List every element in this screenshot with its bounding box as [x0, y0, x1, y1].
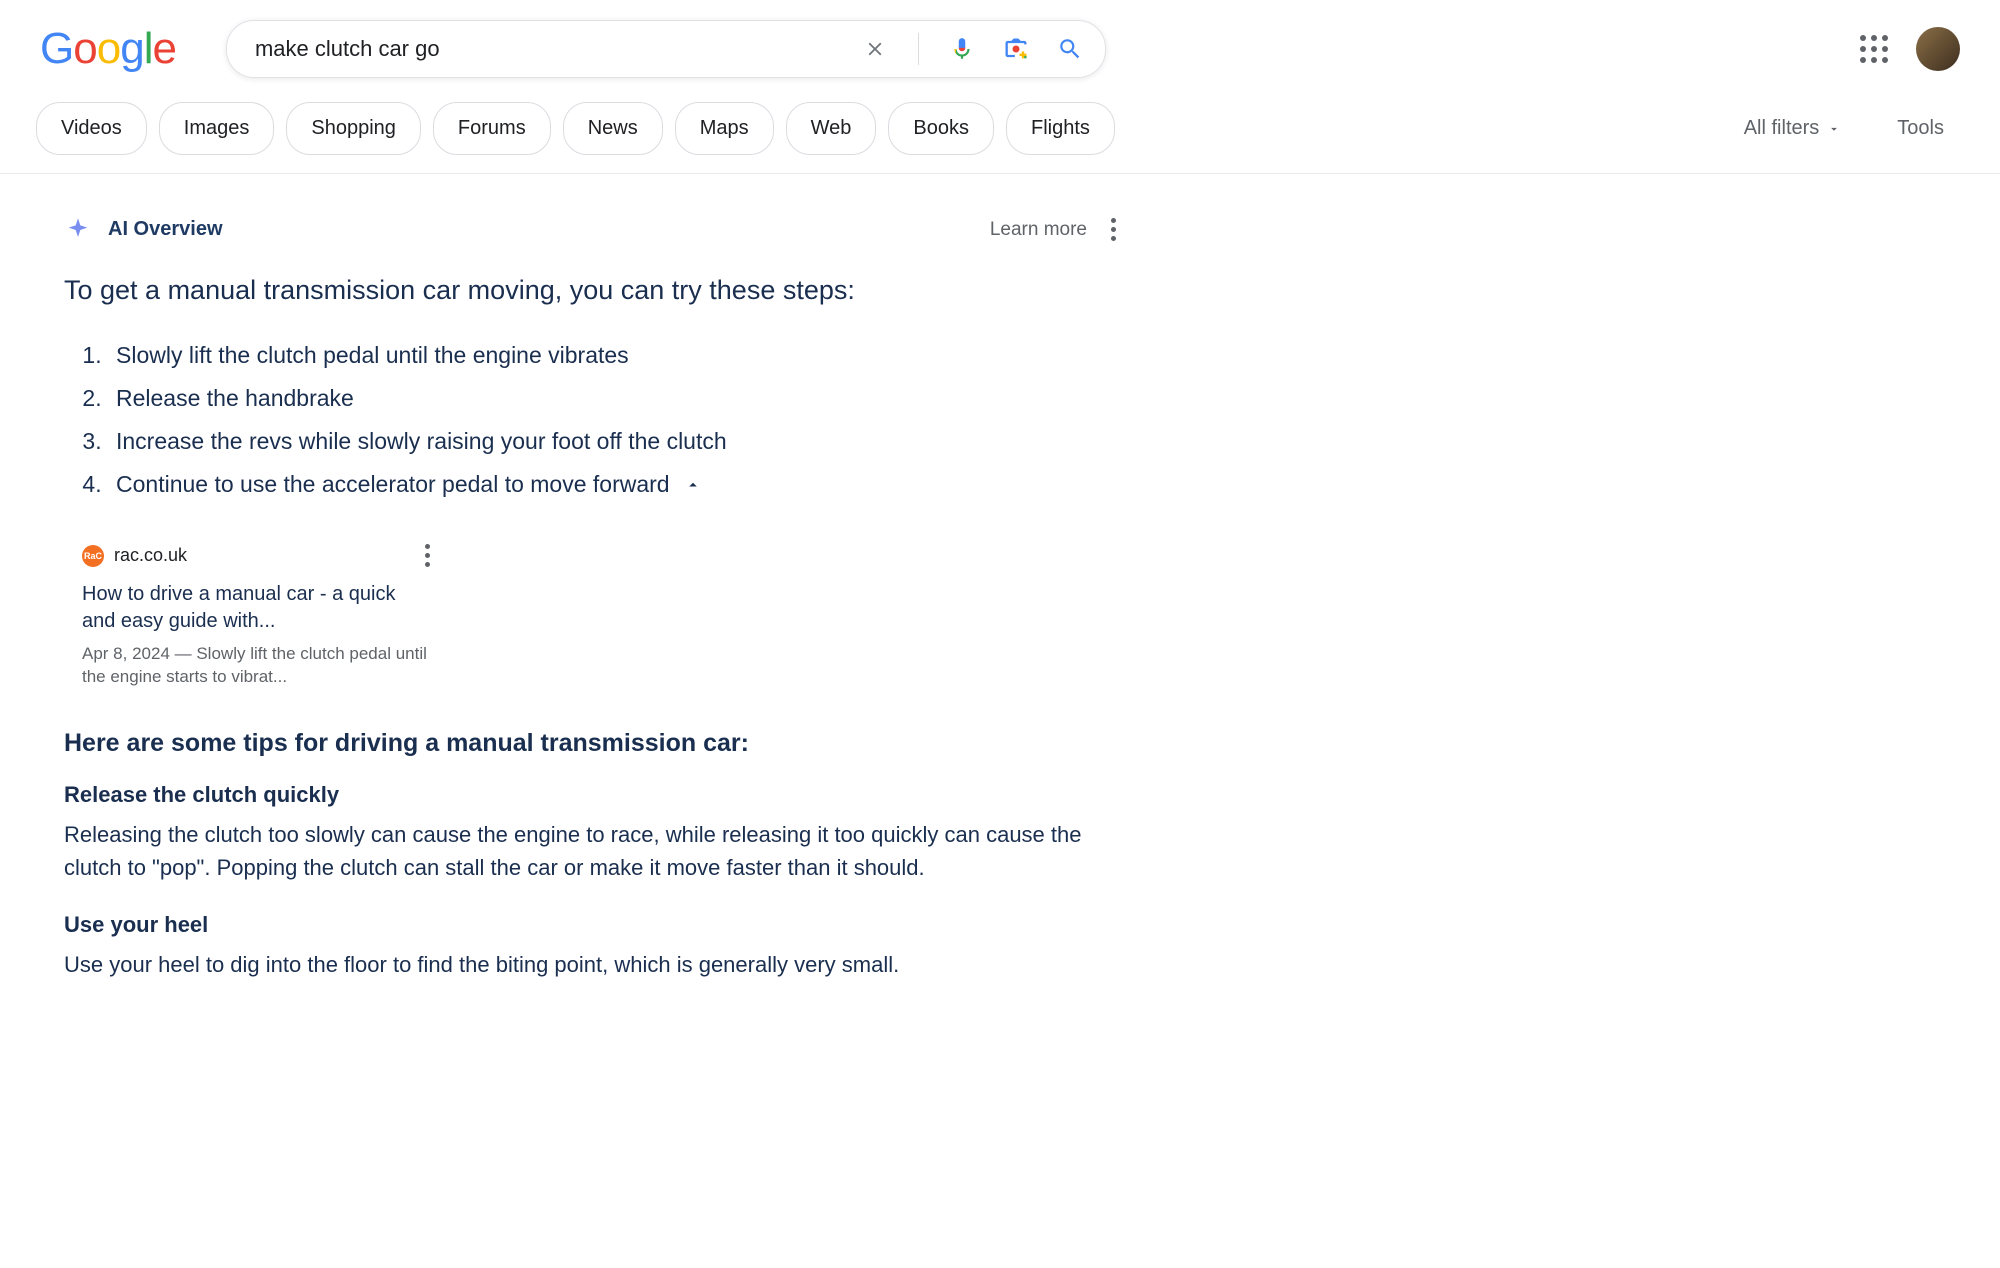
- steps-list: Slowly lift the clutch pedal until the e…: [64, 336, 1120, 504]
- ai-overview-title: AI Overview: [108, 218, 223, 241]
- tips-heading: Here are some tips for driving a manual …: [64, 729, 1120, 758]
- chip-videos[interactable]: Videos: [36, 102, 147, 155]
- ai-header-right: Learn more: [990, 214, 1120, 245]
- ai-overview-header: AI Overview Learn more: [64, 214, 1120, 245]
- all-filters-button[interactable]: All filters: [1744, 117, 1842, 140]
- tip-title: Release the clutch quickly: [64, 782, 1120, 808]
- learn-more-link[interactable]: Learn more: [990, 219, 1087, 241]
- chip-flights[interactable]: Flights: [1006, 102, 1115, 155]
- google-logo[interactable]: Google: [40, 24, 176, 74]
- image-search-icon[interactable]: [1001, 34, 1031, 64]
- step-item: Continue to use the accelerator pedal to…: [108, 465, 1120, 504]
- step-item: Release the handbrake: [108, 379, 1120, 418]
- search-input[interactable]: [255, 36, 860, 62]
- search-box[interactable]: [226, 20, 1106, 78]
- all-filters-label: All filters: [1744, 117, 1820, 140]
- step-text: Continue to use the accelerator pedal to…: [116, 465, 670, 504]
- tip-title: Use your heel: [64, 912, 1120, 938]
- clear-icon[interactable]: [860, 34, 890, 64]
- top-bar: Google: [0, 0, 2000, 88]
- tip-body: Use your heel to dig into the floor to f…: [64, 948, 1114, 981]
- source-more-icon[interactable]: [421, 540, 434, 571]
- chip-books[interactable]: Books: [888, 102, 994, 155]
- search-icons: [860, 33, 1085, 65]
- step-item: Increase the revs while slowly raising y…: [108, 422, 1120, 461]
- source-card[interactable]: RaC rac.co.uk How to drive a manual car …: [64, 540, 434, 689]
- chip-web[interactable]: Web: [786, 102, 877, 155]
- source-header: RaC rac.co.uk: [82, 540, 434, 571]
- chip-shopping[interactable]: Shopping: [286, 102, 421, 155]
- chip-images[interactable]: Images: [159, 102, 275, 155]
- chip-maps[interactable]: Maps: [675, 102, 774, 155]
- more-options-icon[interactable]: [1107, 214, 1120, 245]
- chevron-up-icon[interactable]: [684, 476, 702, 494]
- ai-intro-text: To get a manual transmission car moving,…: [64, 275, 1120, 306]
- main-content: AI Overview Learn more To get a manual t…: [0, 174, 1120, 1049]
- source-snippet: Apr 8, 2024 — Slowly lift the clutch ped…: [82, 643, 434, 689]
- tip-body: Releasing the clutch too slowly can caus…: [64, 818, 1114, 884]
- filters-right: All filters Tools: [1744, 117, 1944, 140]
- search-icon[interactable]: [1055, 34, 1085, 64]
- top-right: [1860, 27, 1960, 71]
- tools-button[interactable]: Tools: [1897, 117, 1944, 140]
- avatar[interactable]: [1916, 27, 1960, 71]
- chevron-down-icon: [1827, 122, 1841, 136]
- step-item: Slowly lift the clutch pedal until the e…: [108, 336, 1120, 375]
- source-title: How to drive a manual car - a quick and …: [82, 581, 434, 635]
- chip-forums[interactable]: Forums: [433, 102, 551, 155]
- chip-news[interactable]: News: [563, 102, 663, 155]
- voice-search-icon[interactable]: [947, 34, 977, 64]
- source-favicon: RaC: [82, 545, 104, 567]
- sparkle-icon: [64, 216, 92, 244]
- source-domain: rac.co.uk: [114, 545, 187, 566]
- tip-block: Use your heel Use your heel to dig into …: [64, 912, 1120, 981]
- filters-row: Videos Images Shopping Forums News Maps …: [0, 88, 2000, 174]
- divider: [918, 33, 919, 65]
- tip-block: Release the clutch quickly Releasing the…: [64, 782, 1120, 884]
- apps-icon[interactable]: [1860, 35, 1888, 63]
